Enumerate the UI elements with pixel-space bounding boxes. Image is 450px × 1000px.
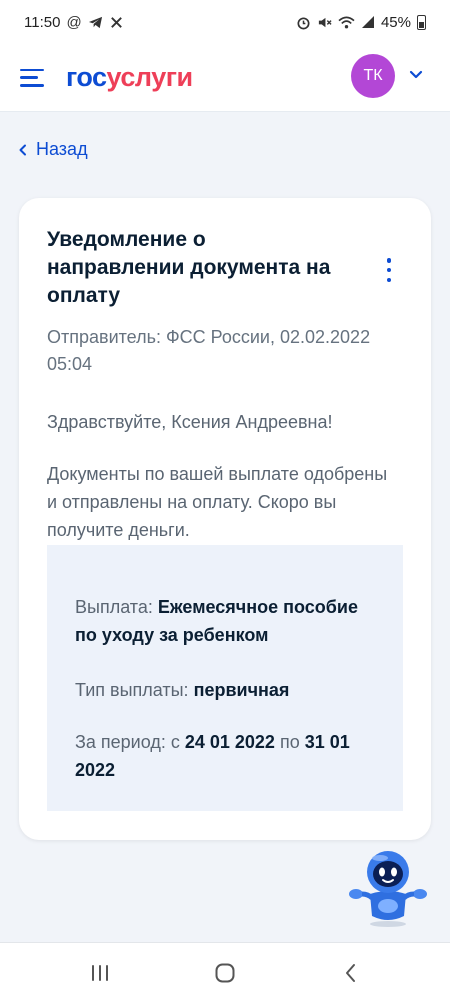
status-bar: 11:50 @ 45% [0, 0, 450, 44]
battery-percent: 45% [380, 13, 411, 31]
notification-card: Уведомление о направлении документа на о… [19, 198, 431, 840]
app-header: госуслуги ТК [0, 44, 450, 112]
robot-assistant-icon[interactable] [348, 848, 428, 928]
payment-type-row: Тип выплаты: первичная [75, 676, 375, 704]
message-line-2: и отправлены на оплату. Скоро вы [47, 492, 337, 512]
at-sign-icon: @ [66, 13, 82, 31]
home-icon[interactable] [213, 961, 237, 985]
message-line-1: Документы по вашей выплате одобрены [47, 464, 388, 484]
logo-part-uslugi: услуги [106, 62, 194, 92]
payment-type-value: первичная [193, 680, 290, 700]
chevron-left-icon [19, 144, 26, 155]
menu-icon[interactable] [20, 68, 44, 87]
wifi-icon [338, 16, 355, 28]
notification-sender: Отправитель: ФСС России, 02.02.2022 05:0… [47, 324, 397, 378]
signal-icon [361, 16, 374, 28]
telegram-icon [88, 16, 102, 28]
back-nav-icon[interactable] [339, 961, 363, 985]
period-row: За период: с 24 01 2022 по 31 01 2022 [75, 728, 375, 784]
payment-type-label: Тип выплаты: [75, 680, 189, 700]
user-avatar[interactable]: ТК [351, 54, 395, 98]
status-time: 11:50 [24, 13, 61, 31]
payment-value-line-1: Ежемесячное пособие [157, 597, 358, 617]
greeting-text: Здравствуйте, Ксения Андреевна! [47, 412, 333, 432]
logo-part-gos: гос [66, 62, 107, 92]
payment-row: Выплата: Ежемесячное пособие по уходу за… [75, 593, 375, 649]
period-to: 31 01 [304, 732, 350, 752]
message-text: Документы по вашей выплате одобрены и от… [47, 460, 407, 544]
gosuslugi-logo[interactable]: госуслуги [66, 62, 193, 93]
period-from: 24 01 2022 [184, 732, 275, 752]
mute-icon [318, 17, 332, 27]
recent-apps-icon[interactable] [88, 961, 112, 985]
status-right: 45% [296, 14, 426, 31]
status-left: 11:50 @ [24, 14, 124, 31]
period-to-year: 2022 [75, 760, 116, 780]
notification-title: Уведомление о направлении документа на о… [47, 228, 331, 307]
message-line-3: получите деньги. [47, 520, 190, 540]
system-nav-bar [0, 942, 450, 1000]
more-options-icon[interactable] [381, 258, 397, 282]
payment-label: Выплата: [75, 597, 153, 617]
chevron-down-icon[interactable] [408, 66, 424, 82]
back-label: Назад [36, 139, 88, 159]
sender-line-2: 05:04 [47, 354, 93, 374]
payment-value-line-2: по уходу за ребенком [75, 625, 269, 645]
period-to-label: по [279, 732, 300, 752]
period-label: За период: с [75, 732, 180, 752]
back-link[interactable]: Назад [18, 139, 88, 160]
alarm-icon [297, 16, 310, 29]
payment-details: Выплата: Ежемесячное пособие по уходу за… [47, 545, 403, 811]
no-missed-calls-icon [110, 16, 122, 28]
battery-icon [417, 14, 426, 30]
sender-line-1: Отправитель: ФСС России, 02.02.2022 [47, 327, 371, 347]
